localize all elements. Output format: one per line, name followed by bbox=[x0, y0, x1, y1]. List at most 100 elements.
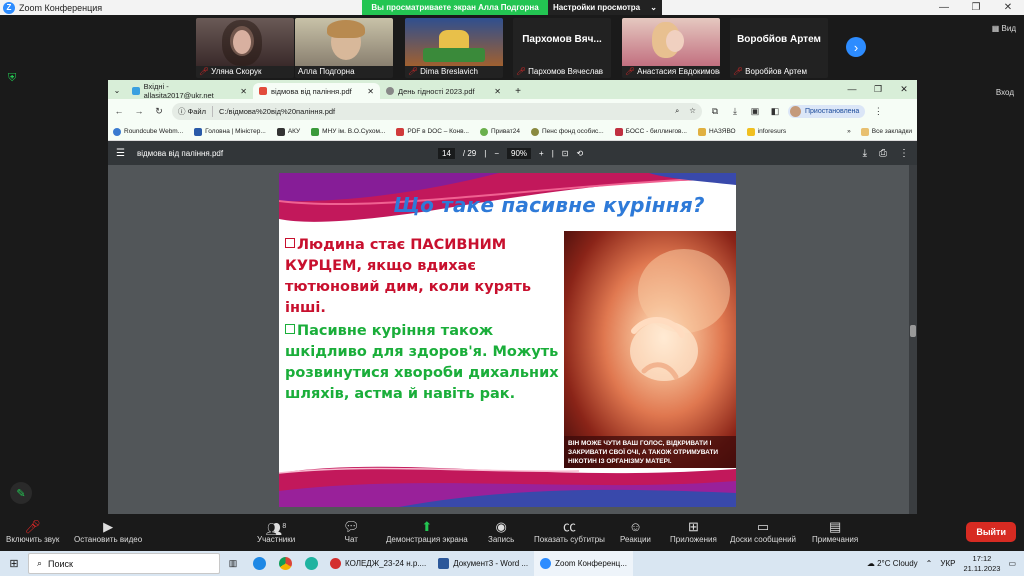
apps-button[interactable]: ⊞ Приложения bbox=[670, 518, 717, 544]
close-tab-icon[interactable]: ✕ bbox=[367, 87, 374, 96]
save-icon[interactable]: ▣ bbox=[748, 106, 762, 117]
bookmark-icon bbox=[276, 127, 285, 136]
participant-tile[interactable]: 🎤︎ Dima Breslavich bbox=[405, 18, 503, 78]
taskbar-search[interactable]: ⌕ Поиск bbox=[28, 553, 220, 574]
bookmark-item[interactable]: БОСС - биллингов... bbox=[614, 127, 687, 136]
share-screen-button[interactable]: ⬆︎ Демонстрация экрана bbox=[386, 518, 468, 544]
scrollbar[interactable] bbox=[909, 165, 917, 514]
address-bar[interactable]: ⓘ Файл C:/відмова%20від%20паління.pdf ⌕ ☆ bbox=[172, 102, 702, 120]
bookmark-item[interactable]: АКУ bbox=[276, 127, 300, 136]
tab-pdf-active[interactable]: відмова від паління.pdf ✕ bbox=[253, 83, 380, 99]
view-options-button[interactable]: Настройки просмотра ⌄ bbox=[548, 0, 662, 15]
bookmark-item[interactable]: НАЗЯВО bbox=[697, 127, 736, 136]
participant-tile[interactable]: 🎤︎ Анастасия Евдокимова bbox=[622, 18, 720, 78]
stop-video-button[interactable]: ▶︎ Остановить видео bbox=[74, 518, 142, 544]
close-tab-icon[interactable]: ✕ bbox=[240, 87, 247, 96]
maximize-button[interactable]: ❐ bbox=[865, 80, 891, 99]
more-menu-icon[interactable]: ⋮ bbox=[899, 148, 909, 159]
weather-widget[interactable]: ☁︎ 2°C Cloudy bbox=[867, 559, 918, 568]
profile-button[interactable]: Приостановлена bbox=[788, 104, 866, 118]
participants-button[interactable]: 👥︎8 Участники bbox=[257, 518, 295, 544]
participant-tile[interactable]: 🎤︎ Уляна Скорук bbox=[196, 18, 294, 78]
hamburger-menu-icon[interactable]: ☰ bbox=[116, 148, 125, 159]
taskbar-app-zoom[interactable]: Zoom Конференц... bbox=[534, 551, 633, 576]
forward-icon[interactable]: → bbox=[132, 106, 146, 116]
taskbar-app-word[interactable]: Документ3 - Word ... bbox=[432, 551, 534, 576]
close-tab-icon[interactable]: ✕ bbox=[494, 87, 501, 96]
windows-start-icon[interactable]: ⊞ bbox=[0, 557, 28, 570]
bookmark-item[interactable]: МНУ ім. В.О.Сухом... bbox=[311, 127, 385, 136]
download-icon[interactable]: ⤓ bbox=[728, 106, 742, 117]
rotate-icon[interactable]: ⟲ bbox=[576, 149, 583, 158]
close-button[interactable]: ✕ bbox=[992, 0, 1024, 15]
exit-fullscreen-button[interactable]: Вход bbox=[996, 88, 1014, 97]
clock[interactable]: 17:12 21.11.2023 bbox=[963, 554, 1000, 574]
maximize-button[interactable]: ❐ bbox=[960, 0, 992, 15]
participant-tile[interactable]: Пархомов Вяч... 🎤︎ Пархомов Вячеслав bbox=[513, 18, 611, 78]
bookmark-item[interactable]: Roundcube Webm... bbox=[113, 127, 183, 136]
more-menu-icon[interactable]: ⋮ bbox=[871, 106, 885, 117]
reactions-button[interactable]: ☺︎ Реакции bbox=[620, 518, 651, 544]
view-button[interactable]: ▦ Вид bbox=[992, 24, 1016, 33]
leave-button[interactable]: Выйти bbox=[966, 522, 1016, 542]
tab-search-icon[interactable]: ⌄ bbox=[110, 83, 124, 97]
new-tab-icon[interactable]: + bbox=[511, 84, 525, 98]
next-page-arrow-icon[interactable]: › bbox=[846, 37, 866, 57]
close-button[interactable]: ✕ bbox=[891, 80, 917, 99]
all-bookmarks-folder[interactable]: Все закладки bbox=[860, 127, 912, 136]
file-chip[interactable]: ⓘ Файл bbox=[178, 105, 213, 117]
unmute-button[interactable]: 🎤︎ Включить звук bbox=[6, 518, 59, 544]
mic-muted-icon: 🎤︎ bbox=[625, 67, 636, 76]
chevron-double-right-icon[interactable]: » bbox=[847, 128, 851, 136]
scrollbar-thumb[interactable] bbox=[910, 325, 916, 337]
search-icon: ⌕ bbox=[37, 558, 43, 568]
tab-mail[interactable]: Вхідні - allasita2017@ukr.net ✕ bbox=[126, 82, 253, 100]
participant-video bbox=[295, 18, 393, 66]
participant-tile[interactable]: Алла Подгорна bbox=[295, 18, 393, 78]
captions-button[interactable]: ㏄ Показать субтитры bbox=[534, 518, 605, 544]
bookmark-item[interactable]: Приват24 bbox=[479, 127, 520, 136]
search-placeholder: Поиск bbox=[48, 558, 73, 569]
zoom-level-input[interactable]: 90% bbox=[507, 147, 532, 159]
bookmark-item[interactable]: Пенс фонд особис... bbox=[530, 127, 604, 136]
notifications-icon[interactable]: ▭ bbox=[1008, 559, 1016, 568]
bookmark-icon bbox=[746, 127, 755, 136]
zoom-out-icon[interactable]: − bbox=[494, 149, 499, 158]
print-icon[interactable]: ⎙ bbox=[879, 148, 887, 159]
record-button[interactable]: ◉ Запись bbox=[488, 518, 514, 544]
tab-pdf-2[interactable]: День гідності 2023.pdf ✕ bbox=[380, 83, 507, 99]
pdf-viewport[interactable]: Що таке пасивне куріння? Людина стає ПАС… bbox=[108, 165, 917, 514]
reload-icon[interactable]: ↻ bbox=[152, 106, 166, 117]
language-indicator[interactable]: УКР bbox=[940, 559, 955, 568]
extensions-icon[interactable]: ⧉ bbox=[708, 106, 722, 117]
minimize-button[interactable]: — bbox=[928, 0, 960, 15]
tray-overflow-icon[interactable]: ⌃ bbox=[926, 559, 933, 568]
zoom-lens-icon[interactable]: ⌕ bbox=[675, 106, 679, 116]
page-number-input[interactable]: 14 bbox=[438, 147, 455, 159]
bookmark-item[interactable]: Головна | Міністер... bbox=[194, 127, 266, 136]
participant-name: 🎤︎ Пархомов Вячеслав bbox=[516, 67, 604, 76]
annotate-pen-icon[interactable]: ✎ bbox=[10, 482, 32, 504]
whiteboards-button[interactable]: ▭ Доски сообщений bbox=[730, 518, 796, 544]
task-view-icon[interactable]: ▥ bbox=[220, 551, 246, 576]
participant-tile[interactable]: Воробйов Артем 🎤︎ Воробйов Артем bbox=[730, 18, 828, 78]
chrome-icon[interactable] bbox=[272, 551, 298, 576]
download-icon[interactable]: ⤓ bbox=[863, 148, 867, 159]
edge-icon[interactable] bbox=[298, 551, 324, 576]
taskbar-app-opera[interactable]: КОЛЕДЖ_23-24 н.р.... bbox=[324, 551, 432, 576]
back-icon[interactable]: ← bbox=[112, 106, 126, 116]
bookmark-item[interactable]: PDF в DOC – Конв... bbox=[396, 127, 469, 136]
chat-button[interactable]: 💬︎ Чат bbox=[343, 518, 360, 544]
bookmark-star-icon[interactable]: ☆ bbox=[689, 106, 696, 116]
globe-icon bbox=[386, 87, 394, 95]
window-controls: — ❐ ✕ bbox=[928, 0, 1024, 15]
zoom-in-icon[interactable]: + bbox=[539, 149, 544, 158]
sidepanel-icon[interactable]: ◧ bbox=[768, 106, 782, 117]
minimize-button[interactable]: — bbox=[839, 80, 865, 99]
notes-button[interactable]: ▤ Примечания bbox=[812, 518, 858, 544]
bookmark-icon bbox=[697, 127, 706, 136]
bookmark-item[interactable]: inforesurs bbox=[746, 127, 786, 136]
dolphin-app-icon[interactable] bbox=[246, 551, 272, 576]
chevron-down-icon: ⌄ bbox=[650, 3, 657, 12]
fit-page-icon[interactable]: ⊡ bbox=[562, 149, 569, 158]
